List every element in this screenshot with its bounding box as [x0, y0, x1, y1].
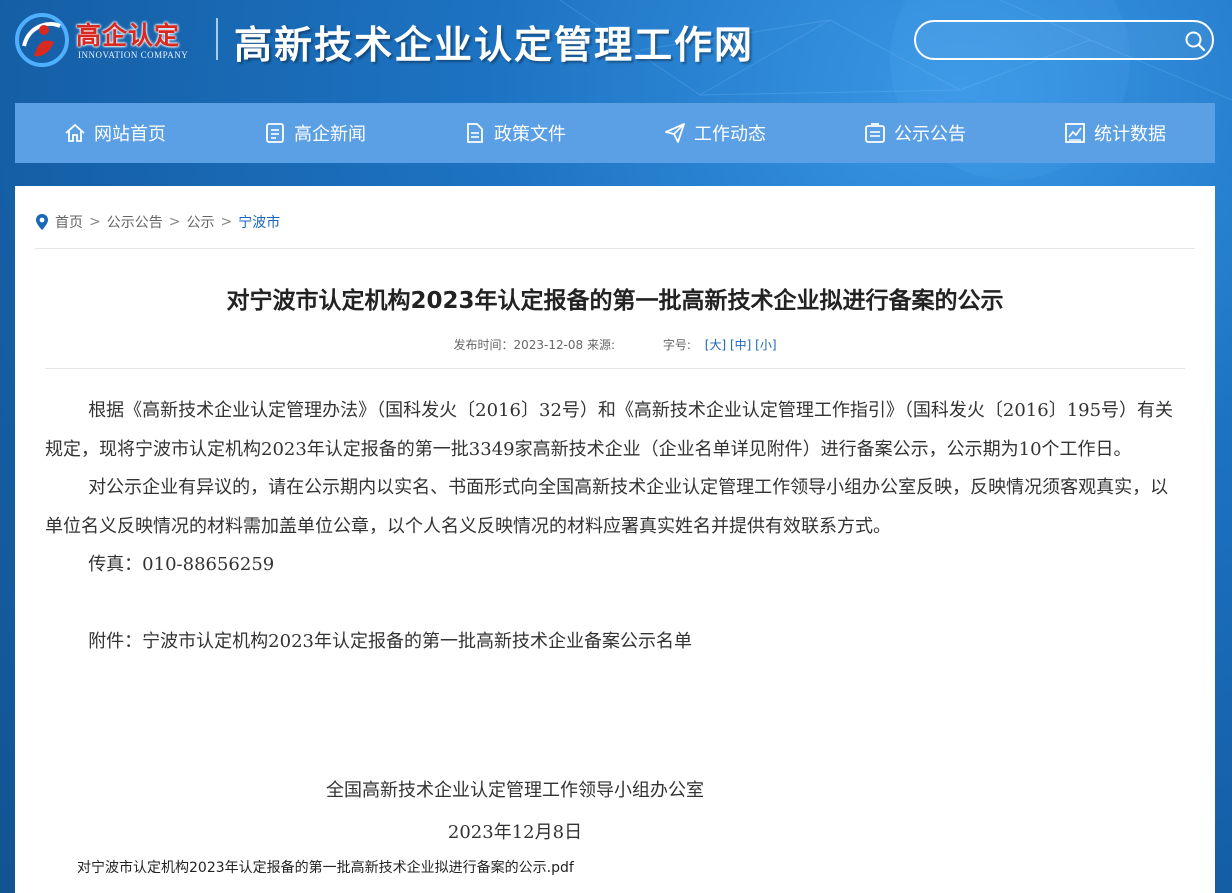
- divider: [45, 368, 1185, 369]
- header-divider: [216, 18, 218, 60]
- main-nav: 网站首页 高企新闻 政策文件 工作动态 公示公告 统计数据: [15, 103, 1215, 163]
- home-icon: [65, 123, 85, 142]
- site-title: 高新技术企业认定管理工作网: [234, 23, 755, 67]
- publish-info: 发布时间：2023-12-08 来源:: [453, 338, 616, 352]
- article-title: 对宁波市认定机构2023年认定报备的第一批高新技术企业拟进行备案的公示: [226, 288, 1004, 314]
- font-size-small-link[interactable]: [小]: [755, 338, 776, 352]
- font-size-label: 字号:: [662, 338, 691, 352]
- logo-text: 高企认定: [76, 21, 181, 50]
- breadcrumb-announcement[interactable]: 公示: [186, 212, 214, 232]
- nav-item-label: 网站首页: [94, 124, 166, 145]
- font-size-medium-link[interactable]: [中]: [730, 338, 751, 352]
- breadcrumb-separator: >: [89, 214, 101, 230]
- breadcrumb-notices[interactable]: 公示公告: [107, 212, 163, 232]
- breadcrumb-home[interactable]: 首页: [55, 212, 83, 232]
- nav-item-label: 公示公告: [894, 124, 966, 145]
- breadcrumb: 首页 > 公示公告 > 公示 > 宁波市: [35, 212, 280, 232]
- send-icon: [665, 123, 685, 143]
- article-paragraph: 对公示企业有异议的，请在公示期内以实名、书面形式向全国高新技术企业认定管理工作领…: [45, 477, 1169, 537]
- news-icon: [266, 123, 284, 143]
- breadcrumb-current[interactable]: 宁波市: [238, 212, 280, 232]
- article-panel: 首页 > 公示公告 > 公示 > 宁波市 对宁波市认定机构2023年认定报备的第…: [15, 186, 1215, 893]
- nav-item-policy[interactable]: 政策文件: [415, 103, 615, 163]
- attachment-line: 附件：宁波市认定机构2023年认定报备的第一批高新技术企业备案公示名单: [88, 630, 692, 652]
- notice-icon: [865, 123, 885, 143]
- breadcrumb-separator: >: [220, 214, 233, 230]
- logo-mark-icon: [15, 13, 69, 67]
- article-meta: 发布时间：2023-12-08 来源: 字号: [大] [中] [小]: [15, 336, 1215, 353]
- logo-subtitle: INNOVATION COMPANY: [78, 50, 189, 60]
- article-paragraph: 根据《高新技术企业认定管理办法》（国科发火〔2016〕32号）和《高新技术企业认…: [45, 400, 1174, 460]
- nav-item-news[interactable]: 高企新闻: [215, 103, 415, 163]
- fax-line: 传真：010-88656259: [88, 554, 275, 575]
- location-pin-icon: [36, 214, 48, 230]
- search-icon[interactable]: [1184, 30, 1206, 52]
- search-box: [914, 20, 1214, 60]
- nav-item-label: 工作动态: [694, 124, 766, 145]
- nav-item-work-updates[interactable]: 工作动态: [615, 103, 815, 163]
- nav-item-home[interactable]: 网站首页: [15, 103, 215, 163]
- search-input[interactable]: [928, 28, 1172, 54]
- chart-icon: [1065, 123, 1085, 143]
- nav-item-label: 统计数据: [1094, 124, 1166, 145]
- signature-org: 全国高新技术企业认定管理工作领导小组办公室: [326, 780, 704, 801]
- site-logo[interactable]: 高企认定 INNOVATION COMPANY: [14, 10, 198, 68]
- nav-item-statistics[interactable]: 统计数据: [1015, 103, 1215, 163]
- attachment-pdf-link[interactable]: 对宁波市认定机构2023年认定报备的第一批高新技术企业拟进行备案的公示.pdf: [77, 857, 574, 877]
- breadcrumb-separator: >: [168, 214, 181, 230]
- nav-item-notices[interactable]: 公示公告: [815, 103, 1015, 163]
- divider: [35, 248, 1195, 249]
- article-body: 根据《高新技术企业认定管理办法》（国科发火〔2016〕32号）和《高新技术企业认…: [45, 392, 1185, 661]
- site-header: 高企认定 INNOVATION COMPANY 高新技术企业认定管理工作网: [0, 0, 1232, 100]
- font-size-large-link[interactable]: [大]: [705, 338, 726, 352]
- signature-date: 2023年12月8日: [447, 822, 583, 843]
- nav-item-label: 政策文件: [494, 124, 566, 145]
- nav-item-label: 高企新闻: [294, 124, 366, 145]
- document-icon: [467, 123, 483, 143]
